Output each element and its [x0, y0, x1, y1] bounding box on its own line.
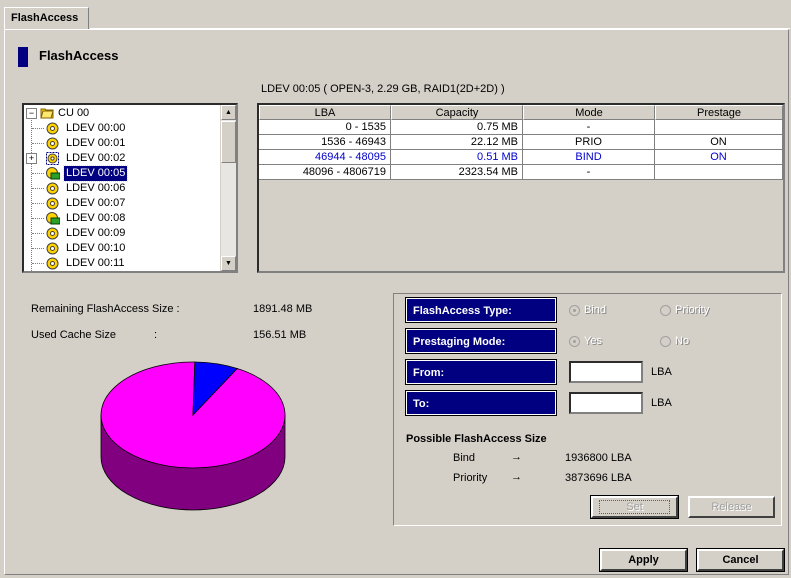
expand-icon[interactable]: +: [26, 153, 37, 164]
cell-capacity: 0.75 MB: [391, 120, 523, 135]
from-unit: LBA: [651, 366, 672, 378]
from-label: From:: [405, 359, 557, 385]
extent-table: LBA Capacity Mode Prestage 0 - 1535 0.75…: [257, 103, 785, 273]
radio-yes[interactable]: Yes: [569, 335, 602, 347]
cell-capacity: 2323.54 MB: [391, 165, 523, 180]
cell-lba: 0 - 1535: [259, 120, 391, 135]
col-header-lba[interactable]: LBA: [259, 105, 391, 120]
possible-priority-label: Priority: [453, 472, 488, 484]
cell-prestage: ON: [655, 150, 783, 165]
radio-no[interactable]: No: [660, 335, 689, 347]
cell-lba: 46944 - 48095: [259, 150, 391, 165]
tab-bar: [0, 0, 791, 30]
radio-yes-label: Yes: [584, 335, 602, 347]
ldev-tree[interactable]: − CU 00 LDEV 00:00 LDEV 00:01 + LDEV 00:…: [22, 103, 238, 273]
used-cache-colon: :: [154, 329, 158, 341]
possible-priority-value: 3873696 LBA: [565, 472, 632, 484]
scroll-down-icon[interactable]: ▼: [221, 256, 236, 271]
arrow-right-icon: →: [511, 451, 522, 463]
cell-prestage: [655, 165, 783, 180]
tree-guide-line: [31, 115, 32, 271]
from-input[interactable]: [569, 361, 643, 383]
radio-priority[interactable]: Priority: [660, 304, 709, 316]
radio-no-label: No: [675, 335, 690, 347]
radio-bind-label: Bind: [584, 304, 607, 316]
ldev-caption: LDEV 00:05 ( OPEN-3, 2.29 GB, RAID1(2D+2…: [261, 83, 505, 95]
title-marker: [18, 47, 28, 67]
radio-priority-label: Priority: [675, 304, 710, 316]
cell-capacity: 0.51 MB: [391, 150, 523, 165]
tab-flashaccess[interactable]: FlashAccess: [4, 7, 89, 29]
page-title: FlashAccess: [39, 48, 119, 63]
collapse-icon[interactable]: −: [26, 108, 37, 119]
cell-mode: BIND: [523, 150, 655, 165]
tree-scrollbar[interactable]: ▲ ▼: [220, 105, 236, 271]
cell-mode: -: [523, 120, 655, 135]
to-unit: LBA: [651, 397, 672, 409]
release-button[interactable]: Release: [688, 496, 775, 518]
table-row[interactable]: 1536 - 46943 22.12 MB PRIO ON: [259, 135, 783, 150]
cell-mode: -: [523, 165, 655, 180]
flashaccess-type-label: FlashAccess Type:: [405, 297, 557, 323]
col-header-mode[interactable]: Mode: [523, 105, 655, 120]
set-button-label: Set: [599, 500, 670, 514]
table-row[interactable]: 0 - 1535 0.75 MB -: [259, 120, 783, 135]
cancel-button[interactable]: Cancel: [696, 548, 785, 572]
possible-size-title: Possible FlashAccess Size: [406, 433, 547, 445]
remaining-size-label: Remaining FlashAccess Size :: [31, 303, 180, 315]
col-header-capacity[interactable]: Capacity: [391, 105, 523, 120]
table-row-highlighted[interactable]: 46944 - 48095 0.51 MB BIND ON: [259, 150, 783, 165]
cell-prestage: ON: [655, 135, 783, 150]
radio-on-icon: [569, 304, 580, 316]
cell-prestage: [655, 120, 783, 135]
remaining-size-value: 1891.48 MB: [253, 303, 313, 315]
set-button[interactable]: Set: [590, 495, 679, 519]
disk-icon: [46, 257, 59, 271]
radio-off-icon: [660, 304, 671, 316]
apply-button[interactable]: Apply: [599, 548, 688, 572]
prestaging-mode-label: Prestaging Mode:: [405, 328, 557, 354]
cell-lba: 48096 - 4806719: [259, 165, 391, 180]
used-cache-value: 156.51 MB: [253, 329, 307, 341]
cell-mode: PRIO: [523, 135, 655, 150]
cell-capacity: 22.12 MB: [391, 135, 523, 150]
to-label: To:: [405, 390, 557, 416]
radio-off-icon: [660, 335, 671, 347]
radio-on-icon: [569, 335, 580, 347]
to-input[interactable]: [569, 392, 643, 414]
cache-usage-pie: [100, 361, 286, 511]
cell-lba: 1536 - 46943: [259, 135, 391, 150]
scroll-up-icon[interactable]: ▲: [221, 105, 236, 120]
arrow-right-icon: →: [511, 471, 522, 483]
col-header-prestage[interactable]: Prestage: [655, 105, 783, 120]
scroll-thumb[interactable]: [221, 121, 236, 163]
radio-bind[interactable]: Bind: [569, 304, 606, 316]
table-row[interactable]: 48096 - 4806719 2323.54 MB -: [259, 165, 783, 180]
possible-bind-label: Bind: [453, 452, 476, 464]
used-cache-label: Used Cache Size: [31, 329, 116, 341]
possible-bind-value: 1936800 LBA: [565, 452, 632, 464]
table-header: LBA Capacity Mode Prestage: [259, 105, 783, 120]
